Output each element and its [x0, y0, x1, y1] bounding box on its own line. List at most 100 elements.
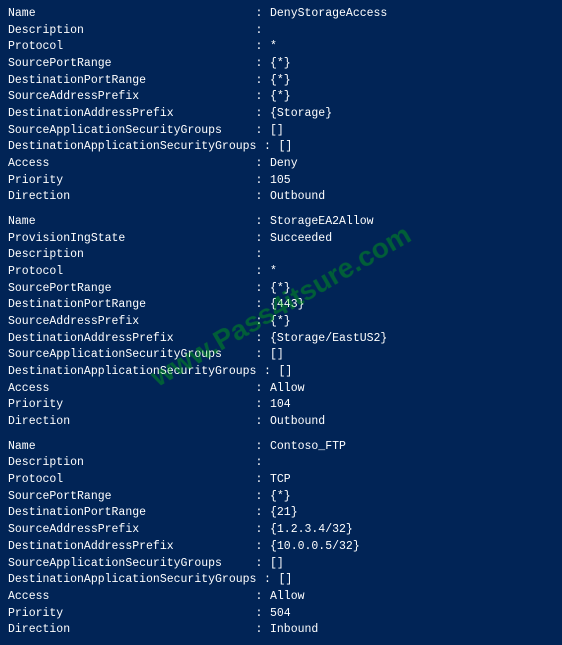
row-value: []: [270, 556, 284, 573]
row-key: Access: [8, 589, 248, 606]
table-row: Description :: [8, 23, 554, 40]
terminal-window: www.Pass4itsure.com Name : DenyStorageAc…: [0, 0, 562, 645]
row-colon: :: [248, 281, 270, 298]
table-row: Direction : Inbound: [8, 622, 554, 639]
table-row: Access : Allow: [8, 381, 554, 398]
row-colon: :: [248, 247, 270, 264]
row-value: {Storage}: [270, 106, 332, 123]
row-value: Allow: [270, 381, 305, 398]
row-key: Priority: [8, 173, 248, 190]
row-colon: :: [256, 139, 278, 156]
row-key: SourcePortRange: [8, 56, 248, 73]
row-colon: :: [248, 439, 270, 456]
row-colon: :: [248, 56, 270, 73]
row-colon: :: [248, 214, 270, 231]
table-row: Priority : 504: [8, 606, 554, 623]
row-value: 105: [270, 173, 291, 190]
row-colon: :: [248, 23, 270, 40]
row-value: 504: [270, 606, 291, 623]
row-key: DestinationPortRange: [8, 297, 248, 314]
row-value: {10.0.0.5/32}: [270, 539, 360, 556]
table-row: Name : DenyStorageAccess: [8, 6, 554, 23]
table-row: Protocol : TCP: [8, 472, 554, 489]
row-colon: :: [248, 314, 270, 331]
row-key: Description: [8, 247, 248, 264]
row-key: Access: [8, 156, 248, 173]
row-value: {*}: [270, 89, 291, 106]
row-key: Protocol: [8, 264, 248, 281]
row-key: Direction: [8, 622, 248, 639]
table-row: SourcePortRange : {*}: [8, 489, 554, 506]
row-colon: :: [248, 472, 270, 489]
row-key: SourcePortRange: [8, 489, 248, 506]
table-row: Description :: [8, 247, 554, 264]
row-value: Allow: [270, 589, 305, 606]
row-value: []: [278, 572, 292, 589]
table-row: Name : StorageEA2Allow: [8, 214, 554, 231]
row-key: Priority: [8, 397, 248, 414]
table-row: DestinationApplicationSecurityGroups : […: [8, 139, 554, 156]
row-key: SourcePortRange: [8, 281, 248, 298]
row-value: Inbound: [270, 622, 318, 639]
row-colon: :: [248, 505, 270, 522]
row-value: {*}: [270, 73, 291, 90]
table-row: ProvisionIngState : Succeeded: [8, 231, 554, 248]
row-colon: :: [248, 264, 270, 281]
row-colon: :: [248, 622, 270, 639]
row-value: Outbound: [270, 414, 325, 431]
table-row: DestinationPortRange : {21}: [8, 505, 554, 522]
row-key: DestinationApplicationSecurityGroups: [8, 572, 256, 589]
table-row: Priority : 104: [8, 397, 554, 414]
row-colon: :: [248, 189, 270, 206]
table-row: Protocol : *: [8, 39, 554, 56]
row-colon: :: [248, 397, 270, 414]
row-key: Protocol: [8, 472, 248, 489]
row-colon: :: [248, 89, 270, 106]
table-row: DestinationPortRange : {443}: [8, 297, 554, 314]
row-key: Description: [8, 23, 248, 40]
table-row: Direction : Outbound: [8, 414, 554, 431]
row-key: Name: [8, 439, 248, 456]
row-colon: :: [248, 589, 270, 606]
row-colon: :: [248, 173, 270, 190]
row-value: Succeeded: [270, 231, 332, 248]
table-row: DestinationAddressPrefix : {Storage}: [8, 106, 554, 123]
row-value: {*}: [270, 56, 291, 73]
row-key: DestinationPortRange: [8, 505, 248, 522]
row-colon: :: [248, 606, 270, 623]
row-value: {1.2.3.4/32}: [270, 522, 353, 539]
row-value: 104: [270, 397, 291, 414]
row-value: []: [270, 347, 284, 364]
row-key: SourceApplicationSecurityGroups: [8, 123, 248, 140]
row-key: DestinationAddressPrefix: [8, 331, 248, 348]
row-value: *: [270, 264, 277, 281]
row-colon: :: [248, 539, 270, 556]
row-key: Access: [8, 381, 248, 398]
table-row: Description :: [8, 455, 554, 472]
table-row: SourceAddressPrefix : {*}: [8, 314, 554, 331]
table-row: SourceAddressPrefix : {*}: [8, 89, 554, 106]
table-row: SourceApplicationSecurityGroups : []: [8, 347, 554, 364]
table-row: Priority : 105: [8, 173, 554, 190]
row-key: Direction: [8, 414, 248, 431]
row-value: *: [270, 39, 277, 56]
row-key: SourceAddressPrefix: [8, 522, 248, 539]
table-row: Name : Contoso_FTP: [8, 439, 554, 456]
row-colon: :: [248, 231, 270, 248]
row-value: TCP: [270, 472, 291, 489]
table-row: SourceApplicationSecurityGroups : []: [8, 556, 554, 573]
table-row: DestinationAddressPrefix : {10.0.0.5/32}: [8, 539, 554, 556]
table-row: DestinationAddressPrefix : {Storage/East…: [8, 331, 554, 348]
row-value: {21}: [270, 505, 298, 522]
row-value: {*}: [270, 281, 291, 298]
row-key: DestinationApplicationSecurityGroups: [8, 139, 256, 156]
row-colon: :: [248, 455, 270, 472]
row-value: {443}: [270, 297, 305, 314]
row-colon: :: [248, 556, 270, 573]
row-colon: :: [256, 364, 278, 381]
row-key: DestinationAddressPrefix: [8, 106, 248, 123]
table-row: DestinationApplicationSecurityGroups : […: [8, 364, 554, 381]
row-colon: :: [248, 489, 270, 506]
row-key: SourceAddressPrefix: [8, 89, 248, 106]
row-key: DestinationApplicationSecurityGroups: [8, 364, 256, 381]
